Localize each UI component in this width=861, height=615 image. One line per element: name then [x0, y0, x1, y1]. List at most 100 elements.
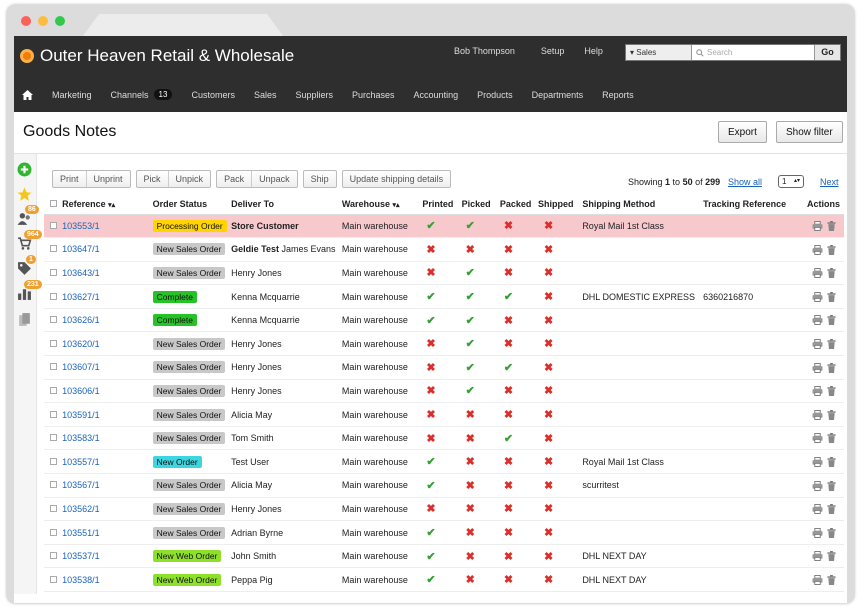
nav-reports[interactable]: Reports — [602, 90, 634, 100]
shipped-cross-icon[interactable]: ✖ — [544, 244, 553, 256]
row-checkbox[interactable] — [49, 434, 57, 442]
print-icon[interactable] — [812, 575, 823, 586]
picked-cross-icon[interactable]: ✖ — [466, 551, 475, 563]
col-reference[interactable]: Reference ▾▴ — [62, 194, 141, 215]
packed-cross-icon[interactable]: ✖ — [504, 527, 513, 539]
trash-icon[interactable] — [826, 409, 837, 420]
reference-link[interactable]: 103607/1 — [62, 362, 100, 372]
user-menu[interactable]: Bob Thompson — [454, 46, 515, 56]
trash-icon[interactable] — [826, 268, 837, 279]
trash-icon[interactable] — [826, 386, 837, 397]
table-row[interactable]: 103537/1 New Web Order John Smith Main ware… — [44, 544, 844, 569]
reference-link[interactable]: 103591/1 — [62, 410, 100, 420]
unpack-button[interactable]: Unpack — [252, 171, 297, 187]
packed-check-icon[interactable]: ✔ — [504, 291, 513, 303]
packed-cross-icon[interactable]: ✖ — [504, 315, 513, 327]
documents-icon[interactable] — [17, 312, 32, 327]
picked-cross-icon[interactable]: ✖ — [466, 480, 475, 492]
reference-link[interactable]: 103553/1 — [62, 221, 100, 231]
picked-cross-icon[interactable]: ✖ — [466, 574, 475, 586]
shipped-cross-icon[interactable]: ✖ — [544, 480, 553, 492]
packed-cross-icon[interactable]: ✖ — [504, 456, 513, 468]
printed-cross-icon[interactable]: ✖ — [426, 385, 435, 397]
table-row[interactable]: 103647/1 New Sales Order Geldie Test James… — [44, 237, 844, 262]
print-icon[interactable] — [812, 527, 823, 538]
page-select[interactable]: 1 ▴▾ — [778, 175, 804, 188]
table-row[interactable]: 103607/1 New Sales Order Henry Jones Main w… — [44, 355, 844, 380]
packed-cross-icon[interactable]: ✖ — [504, 338, 513, 350]
nav-marketing[interactable]: Marketing — [52, 90, 92, 100]
picked-check-icon[interactable]: ✔ — [466, 267, 475, 279]
table-row[interactable]: 103553/1 Processing Order Store Customer Ma… — [44, 214, 844, 239]
nav-purchases[interactable]: Purchases — [352, 90, 395, 100]
row-checkbox[interactable] — [49, 339, 57, 347]
col-warehouse[interactable]: Warehouse ▾▴ — [341, 194, 423, 215]
picked-cross-icon[interactable]: ✖ — [466, 409, 475, 421]
row-checkbox[interactable] — [49, 245, 57, 253]
printed-check-icon[interactable]: ✔ — [426, 220, 435, 232]
trash-icon[interactable] — [826, 221, 837, 232]
reference-link[interactable]: 103583/1 — [62, 433, 100, 443]
nav-products[interactable]: Products — [477, 90, 513, 100]
row-checkbox[interactable] — [49, 457, 57, 465]
printed-cross-icon[interactable]: ✖ — [426, 433, 435, 445]
packed-cross-icon[interactable]: ✖ — [504, 267, 513, 279]
picked-check-icon[interactable]: ✔ — [466, 385, 475, 397]
packed-cross-icon[interactable]: ✖ — [504, 220, 513, 232]
printed-check-icon[interactable]: ✔ — [426, 456, 435, 468]
picked-check-icon[interactable]: ✔ — [466, 291, 475, 303]
table-row[interactable]: 103643/1 New Sales Order Henry Jones Main w… — [44, 261, 844, 286]
row-checkbox[interactable] — [49, 575, 57, 583]
print-icon[interactable] — [812, 409, 823, 420]
printed-cross-icon[interactable]: ✖ — [426, 244, 435, 256]
search-scope-select[interactable]: ▾ Sales — [626, 45, 692, 60]
browser-tab[interactable] — [83, 14, 283, 36]
setup-link[interactable]: Setup — [541, 46, 565, 56]
shipped-cross-icon[interactable]: ✖ — [544, 551, 553, 563]
table-row[interactable]: 103551/1 New Sales Order Adrian Byrne Main … — [44, 520, 844, 545]
show-filter-button[interactable]: Show filter — [776, 121, 843, 143]
row-checkbox[interactable] — [49, 268, 57, 276]
shipped-cross-icon[interactable]: ✖ — [544, 267, 553, 279]
print-icon[interactable] — [812, 386, 823, 397]
add-icon[interactable] — [17, 162, 32, 177]
print-icon[interactable] — [812, 244, 823, 255]
table-row[interactable]: 103606/1 New Sales Order Henry Jones Main w… — [44, 379, 844, 404]
picked-cross-icon[interactable]: ✖ — [466, 433, 475, 445]
trash-icon[interactable] — [826, 527, 837, 538]
table-row[interactable]: 103627/1 Complete Kenna Mcquarrie Main ware… — [44, 284, 844, 309]
picked-check-icon[interactable]: ✔ — [466, 338, 475, 350]
shipped-cross-icon[interactable]: ✖ — [544, 503, 553, 515]
logo[interactable]: Outer Heaven Retail & Wholesale — [20, 46, 294, 66]
table-row[interactable]: 103562/1 New Sales Order Henry Jones Main w… — [44, 497, 844, 522]
nav-departments[interactable]: Departments — [532, 90, 584, 100]
printed-cross-icon[interactable]: ✖ — [426, 503, 435, 515]
row-checkbox[interactable] — [49, 386, 57, 394]
picked-cross-icon[interactable]: ✖ — [466, 527, 475, 539]
select-all-checkbox[interactable] — [49, 199, 57, 207]
show-all-link[interactable]: Show all — [728, 177, 762, 187]
reference-link[interactable]: 103626/1 — [62, 315, 100, 325]
printed-cross-icon[interactable]: ✖ — [426, 267, 435, 279]
reference-link[interactable]: 103647/1 — [62, 244, 100, 254]
row-checkbox[interactable] — [49, 410, 57, 418]
row-checkbox[interactable] — [49, 481, 57, 489]
row-checkbox[interactable] — [49, 292, 57, 300]
packed-cross-icon[interactable]: ✖ — [504, 480, 513, 492]
reference-link[interactable]: 103606/1 — [62, 386, 100, 396]
ship-button[interactable]: Ship — [304, 171, 336, 187]
row-checkbox[interactable] — [49, 316, 57, 324]
print-icon[interactable] — [812, 433, 823, 444]
minimize-window-button[interactable] — [38, 16, 48, 26]
print-button[interactable]: Print — [53, 171, 87, 187]
print-icon[interactable] — [812, 457, 823, 468]
picked-check-icon[interactable]: ✔ — [466, 220, 475, 232]
table-row[interactable]: 103591/1 New Sales Order Alicia May Main wa… — [44, 402, 844, 427]
print-icon[interactable] — [812, 268, 823, 279]
printed-check-icon[interactable]: ✔ — [426, 480, 435, 492]
reference-link[interactable]: 103643/1 — [62, 268, 100, 278]
reference-link[interactable]: 103627/1 — [62, 292, 100, 302]
trash-icon[interactable] — [826, 480, 837, 491]
packed-cross-icon[interactable]: ✖ — [504, 385, 513, 397]
maximize-window-button[interactable] — [55, 16, 65, 26]
